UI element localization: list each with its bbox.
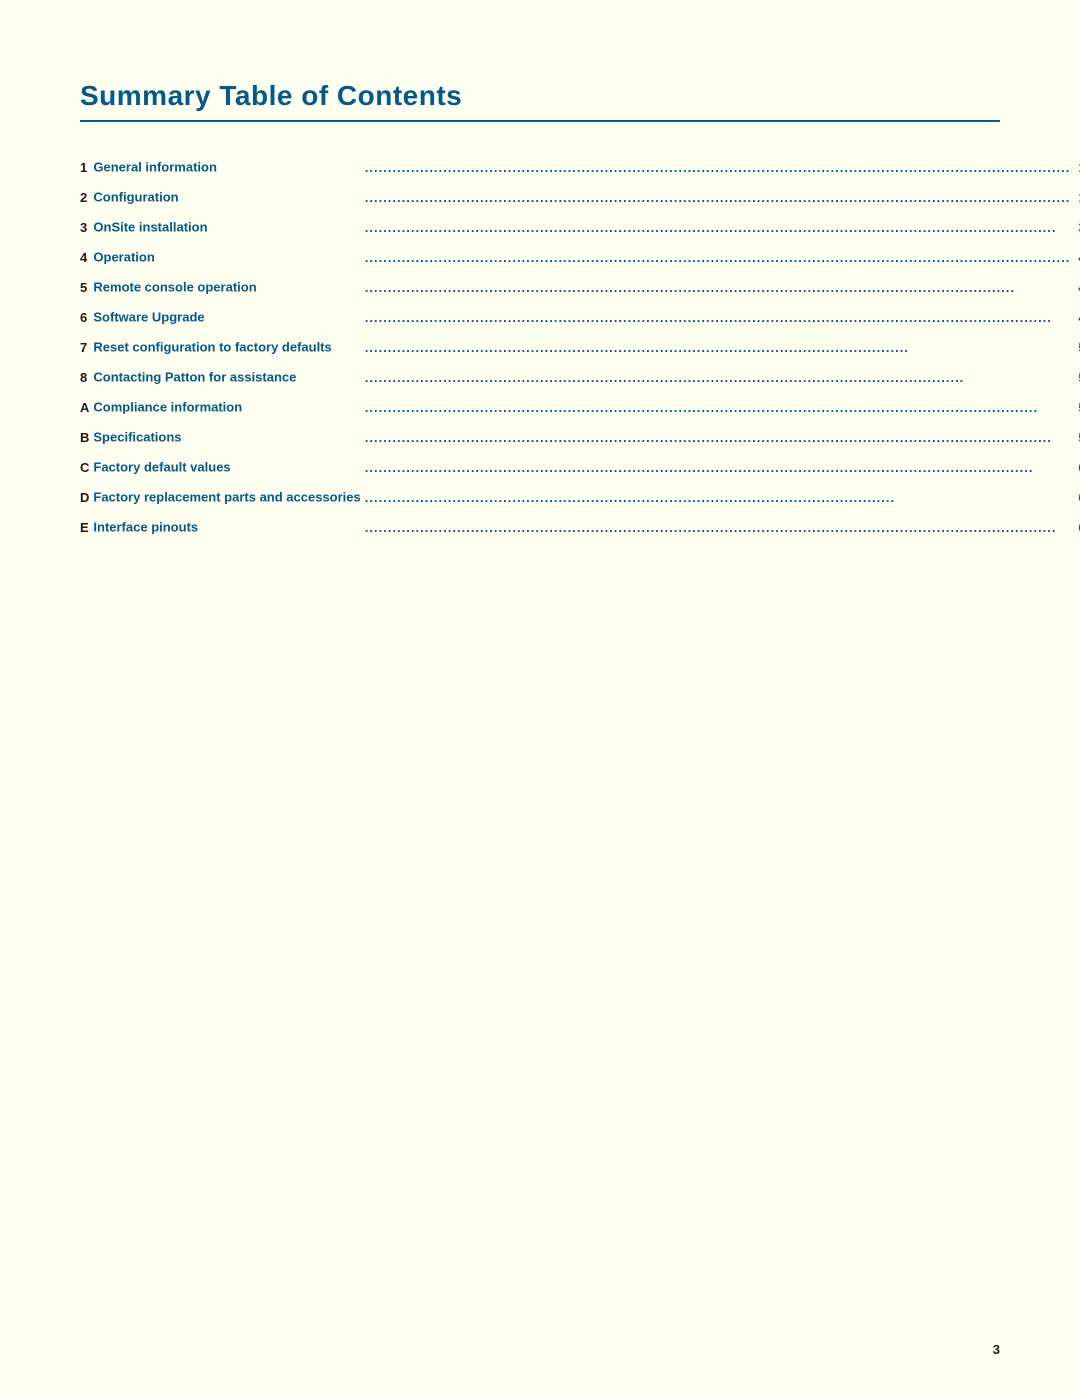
toc-page-number: 49 [1074, 302, 1080, 332]
toc-number: 8 [80, 362, 93, 392]
toc-label-cell: General information [93, 152, 360, 182]
toc-dots: ........................................… [361, 422, 1075, 452]
toc-dots: ........................................… [361, 152, 1075, 182]
toc-page-number: 56 [1074, 392, 1080, 422]
toc-link[interactable]: Configuration [93, 189, 178, 204]
toc-number: A [80, 392, 93, 422]
toc-dots-text: ........................................… [365, 490, 1071, 505]
toc-row: EInterface pinouts......................… [80, 512, 1080, 542]
toc-dots-text: ........................................… [365, 310, 1071, 325]
toc-number: 4 [80, 242, 93, 272]
toc-dots-text: ........................................… [365, 250, 1071, 265]
toc-number: 3 [80, 212, 93, 242]
title-divider [80, 120, 1000, 122]
toc-row: 8Contacting Patton for assistance.......… [80, 362, 1080, 392]
toc-row: BSpecifications.........................… [80, 422, 1080, 452]
toc-dots-text: ........................................… [365, 190, 1071, 205]
toc-row: ACompliance information.................… [80, 392, 1080, 422]
toc-row: 2Configuration..........................… [80, 182, 1080, 212]
toc-dots: ........................................… [361, 242, 1075, 272]
toc-label-cell: Remote console operation [93, 272, 360, 302]
toc-link[interactable]: Contacting Patton for assistance [93, 369, 296, 384]
toc-page-number: 18 [1074, 182, 1080, 212]
toc-dots: ........................................… [361, 212, 1075, 242]
toc-label-cell: Interface pinouts [93, 512, 360, 542]
toc-dots-text: ........................................… [365, 460, 1071, 475]
toc-dots: ........................................… [361, 482, 1075, 512]
toc-dots: ........................................… [361, 332, 1075, 362]
toc-label-cell: Compliance information [93, 392, 360, 422]
toc-dots-text: ........................................… [365, 160, 1071, 175]
toc-link[interactable]: Interface pinouts [93, 519, 198, 534]
toc-dots-text: ........................................… [365, 340, 1071, 355]
toc-number: E [80, 512, 93, 542]
toc-dots: ........................................… [361, 302, 1075, 332]
toc-dots-text: ........................................… [365, 280, 1071, 295]
toc-link[interactable]: Reset configuration to factory defaults [93, 339, 331, 354]
toc-label-cell: Contacting Patton for assistance [93, 362, 360, 392]
toc-row: 4Operation..............................… [80, 242, 1080, 272]
toc-page-number: 41 [1074, 242, 1080, 272]
toc-dots-text: ........................................… [365, 220, 1071, 235]
toc-row: 7Reset configuration to factory defaults… [80, 332, 1080, 362]
toc-label-cell: Software Upgrade [93, 302, 360, 332]
toc-label-cell: Configuration [93, 182, 360, 212]
toc-link[interactable]: Factory replacement parts and accessorie… [93, 489, 360, 504]
toc-table: 1General information....................… [80, 152, 1080, 542]
toc-page-number: 68 [1074, 512, 1080, 542]
toc-number: D [80, 482, 93, 512]
toc-link[interactable]: General information [93, 159, 217, 174]
toc-page-number: 53 [1074, 362, 1080, 392]
toc-link[interactable]: Operation [93, 249, 154, 264]
toc-dots: ........................................… [361, 362, 1075, 392]
toc-page-number: 63 [1074, 452, 1080, 482]
toc-link[interactable]: Software Upgrade [93, 309, 204, 324]
toc-label-cell: Reset configuration to factory defaults [93, 332, 360, 362]
toc-label-cell: Operation [93, 242, 360, 272]
toc-label-cell: OnSite installation [93, 212, 360, 242]
toc-page-number: 14 [1074, 152, 1080, 182]
toc-page-number: 66 [1074, 482, 1080, 512]
toc-dots-text: ........................................… [365, 400, 1071, 415]
toc-number: 5 [80, 272, 93, 302]
toc-page-number: 51 [1074, 332, 1080, 362]
toc-dots: ........................................… [361, 392, 1075, 422]
toc-row: 5Remote console operation...............… [80, 272, 1080, 302]
page-title: Summary Table of Contents [80, 80, 1000, 112]
toc-row: 1General information....................… [80, 152, 1080, 182]
toc-link[interactable]: OnSite installation [93, 219, 207, 234]
toc-dots: ........................................… [361, 452, 1075, 482]
toc-page-number: 58 [1074, 422, 1080, 452]
toc-dots: ........................................… [361, 182, 1075, 212]
toc-number: 6 [80, 302, 93, 332]
toc-label-cell: Factory replacement parts and accessorie… [93, 482, 360, 512]
toc-number: 7 [80, 332, 93, 362]
toc-row: DFactory replacement parts and accessori… [80, 482, 1080, 512]
toc-label-cell: Factory default values [93, 452, 360, 482]
toc-label-cell: Specifications [93, 422, 360, 452]
page-container: Summary Table of Contents 1General infor… [0, 0, 1080, 602]
toc-link[interactable]: Remote console operation [93, 279, 256, 294]
toc-number: 1 [80, 152, 93, 182]
toc-dots: ........................................… [361, 272, 1075, 302]
toc-link[interactable]: Factory default values [93, 459, 230, 474]
toc-link[interactable]: Specifications [93, 429, 181, 444]
toc-row: 3OnSite installation....................… [80, 212, 1080, 242]
toc-link[interactable]: Compliance information [93, 399, 242, 414]
toc-number: 2 [80, 182, 93, 212]
page-number: 3 [993, 1342, 1000, 1357]
toc-number: B [80, 422, 93, 452]
toc-dots: ........................................… [361, 512, 1075, 542]
toc-page-number: 45 [1074, 272, 1080, 302]
toc-row: 6Software Upgrade.......................… [80, 302, 1080, 332]
toc-page-number: 34 [1074, 212, 1080, 242]
toc-number: C [80, 452, 93, 482]
toc-dots-text: ........................................… [365, 430, 1071, 445]
toc-dots-text: ........................................… [365, 520, 1071, 535]
toc-row: CFactory default values.................… [80, 452, 1080, 482]
toc-dots-text: ........................................… [365, 370, 1071, 385]
